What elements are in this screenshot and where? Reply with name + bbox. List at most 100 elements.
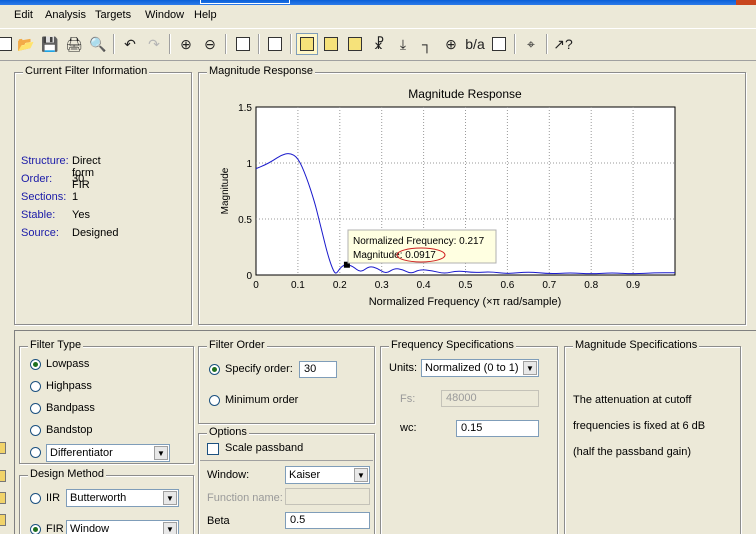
menu-bar: Edit Analysis Targets Window Help xyxy=(0,6,756,26)
window-title-bar xyxy=(0,0,756,5)
toolbar-separator xyxy=(258,34,260,54)
magnitude-response-chart[interactable]: Magnitude Response 0 0.5 1 1.5 0 0.1 0.2 0.3 0.… xyxy=(200,80,744,323)
filter-type-legend: Filter Type xyxy=(28,339,84,351)
iir-method-dropdown[interactable]: Butterworth ▼ xyxy=(66,489,179,507)
other-type-radio[interactable] xyxy=(30,447,41,458)
sidebar-button[interactable] xyxy=(0,442,6,454)
beta-label: Beta xyxy=(207,515,230,527)
toolbar-separator xyxy=(546,34,548,54)
title-selection xyxy=(200,0,290,4)
x-tick-label: 0.5 xyxy=(459,280,473,291)
wc-input[interactable]: 0.15 xyxy=(456,420,539,437)
new-icon[interactable] xyxy=(0,33,16,55)
impulse-response-icon[interactable]: ⤓ xyxy=(392,33,414,55)
other-type-dropdown[interactable]: Differentiator ▼ xyxy=(46,444,170,462)
menu-analysis[interactable]: Analysis xyxy=(45,9,86,21)
x-tick-label: 0.2 xyxy=(333,280,347,291)
window-dropdown[interactable]: Kaiser ▼ xyxy=(285,466,370,484)
chevron-down-icon: ▼ xyxy=(163,522,177,534)
bandstop-radio[interactable] xyxy=(30,425,41,436)
datatip[interactable]: Normalized Frequency: 0.217 Magnitude: 0… xyxy=(347,229,497,264)
units-value: Normalized (0 to 1) xyxy=(425,362,519,374)
fir-label: FIR xyxy=(46,523,64,534)
x-axis-label: Normalized Frequency (×π rad/sample) xyxy=(369,296,562,308)
step-response-icon[interactable]: ┐ xyxy=(416,33,438,55)
lowpass-label: Lowpass xyxy=(46,358,90,370)
x-tick-label: 0 xyxy=(253,280,259,291)
other-type-value: Differentiator xyxy=(50,447,113,459)
bandpass-radio[interactable] xyxy=(30,403,41,414)
datatip-magnitude-label: Magnitude xyxy=(353,250,400,261)
iir-label: IIR xyxy=(46,492,61,504)
zoom-in-icon[interactable]: ⊕ xyxy=(175,33,197,55)
order-input[interactable]: 30 xyxy=(299,361,337,378)
fir-method-value: Window xyxy=(70,523,110,534)
scale-passband-label: Scale passband xyxy=(225,442,304,454)
filter-info-icon[interactable] xyxy=(488,33,510,55)
scale-passband-checkbox[interactable] xyxy=(207,443,219,455)
x-tick-label: 0.9 xyxy=(626,280,640,291)
units-dropdown[interactable]: Normalized (0 to 1) ▼ xyxy=(421,359,539,377)
menu-edit[interactable]: Edit xyxy=(14,9,33,21)
window-close-button[interactable] xyxy=(736,0,756,5)
magnitude-specs-line3: (half the passband gain) xyxy=(573,446,692,458)
beta-input[interactable]: 0.5 xyxy=(285,512,370,529)
info-key: Source: xyxy=(21,227,59,239)
y-tick-label: 0 xyxy=(246,271,252,282)
save-icon[interactable]: 💾 xyxy=(39,33,61,55)
y-tick-label: 1 xyxy=(246,159,252,170)
magnitude-specs-line1: The attenuation at cutoff xyxy=(573,394,692,406)
lowpass-radio[interactable] xyxy=(30,359,41,370)
magnitude-phase-icon[interactable] xyxy=(344,33,366,55)
chevron-down-icon: ▼ xyxy=(354,468,368,482)
options-legend: Options xyxy=(207,426,249,438)
info-key: Order: xyxy=(21,173,53,185)
full-view-icon[interactable] xyxy=(232,33,254,55)
magnitude-specs-line2: frequencies is fixed at 6 dB xyxy=(573,420,706,432)
fir-radio[interactable] xyxy=(30,524,41,534)
phase-response-icon[interactable] xyxy=(320,33,342,55)
undo-icon[interactable]: ↶ xyxy=(119,33,141,55)
minimum-order-radio[interactable] xyxy=(209,395,220,406)
menu-help[interactable]: Help xyxy=(194,9,217,21)
data-markers-icon[interactable]: ⌖ xyxy=(520,33,542,55)
info-value: 1 xyxy=(72,191,79,203)
x-tick-label: 0.6 xyxy=(500,280,514,291)
sidebar-button[interactable] xyxy=(0,514,6,526)
highpass-radio[interactable] xyxy=(30,381,41,392)
specify-order-radio[interactable] xyxy=(209,364,220,375)
coefficients-icon[interactable]: b/a xyxy=(464,33,486,55)
print-icon[interactable]: 🖨 xyxy=(63,33,85,55)
function-name-input[interactable] xyxy=(285,488,370,505)
function-name-label: Function name: xyxy=(207,492,283,504)
chevron-down-icon: ▼ xyxy=(154,446,168,460)
toolbar-separator xyxy=(514,34,516,54)
fir-method-dropdown[interactable]: Window ▼ xyxy=(66,520,179,534)
fs-input[interactable]: 48000 xyxy=(441,390,539,407)
menu-window[interactable]: Window xyxy=(145,9,184,21)
print-preview-icon[interactable]: 🔍 xyxy=(87,33,109,55)
menu-targets[interactable]: Targets xyxy=(95,9,131,21)
group-delay-icon[interactable]: ☧ xyxy=(368,33,390,55)
window-label: Window: xyxy=(207,469,250,481)
current-filter-info-legend: Current Filter Information xyxy=(23,65,150,77)
magnitude-response-icon[interactable] xyxy=(296,33,318,55)
x-axis-ticks: 0 0.1 0.2 0.3 0.4 0.5 0.6 0.7 0.8 0.9 xyxy=(253,280,640,291)
iir-radio[interactable] xyxy=(30,493,41,504)
x-tick-label: 0.7 xyxy=(542,280,556,291)
x-tick-label: 0.4 xyxy=(417,280,431,291)
sidebar-button[interactable] xyxy=(0,470,6,482)
datatip-frequency: Normalized Frequency: 0.217 xyxy=(353,236,485,247)
redo-icon[interactable]: ↷ xyxy=(143,33,165,55)
pole-zero-icon[interactable]: ⊕ xyxy=(440,33,462,55)
zoom-out-icon[interactable]: ⊖ xyxy=(199,33,221,55)
design-method-legend: Design Method xyxy=(28,468,106,480)
chart-title: Magnitude Response xyxy=(408,87,522,101)
open-icon[interactable]: 📂 xyxy=(15,33,37,55)
filter-order-group: Filter Order xyxy=(198,339,375,424)
filter-specs-icon[interactable] xyxy=(264,33,286,55)
magnitude-response-legend: Magnitude Response xyxy=(207,65,315,77)
whats-this-icon[interactable]: ↗? xyxy=(552,33,574,55)
bandstop-label: Bandstop xyxy=(46,424,93,436)
sidebar-button[interactable] xyxy=(0,492,6,504)
